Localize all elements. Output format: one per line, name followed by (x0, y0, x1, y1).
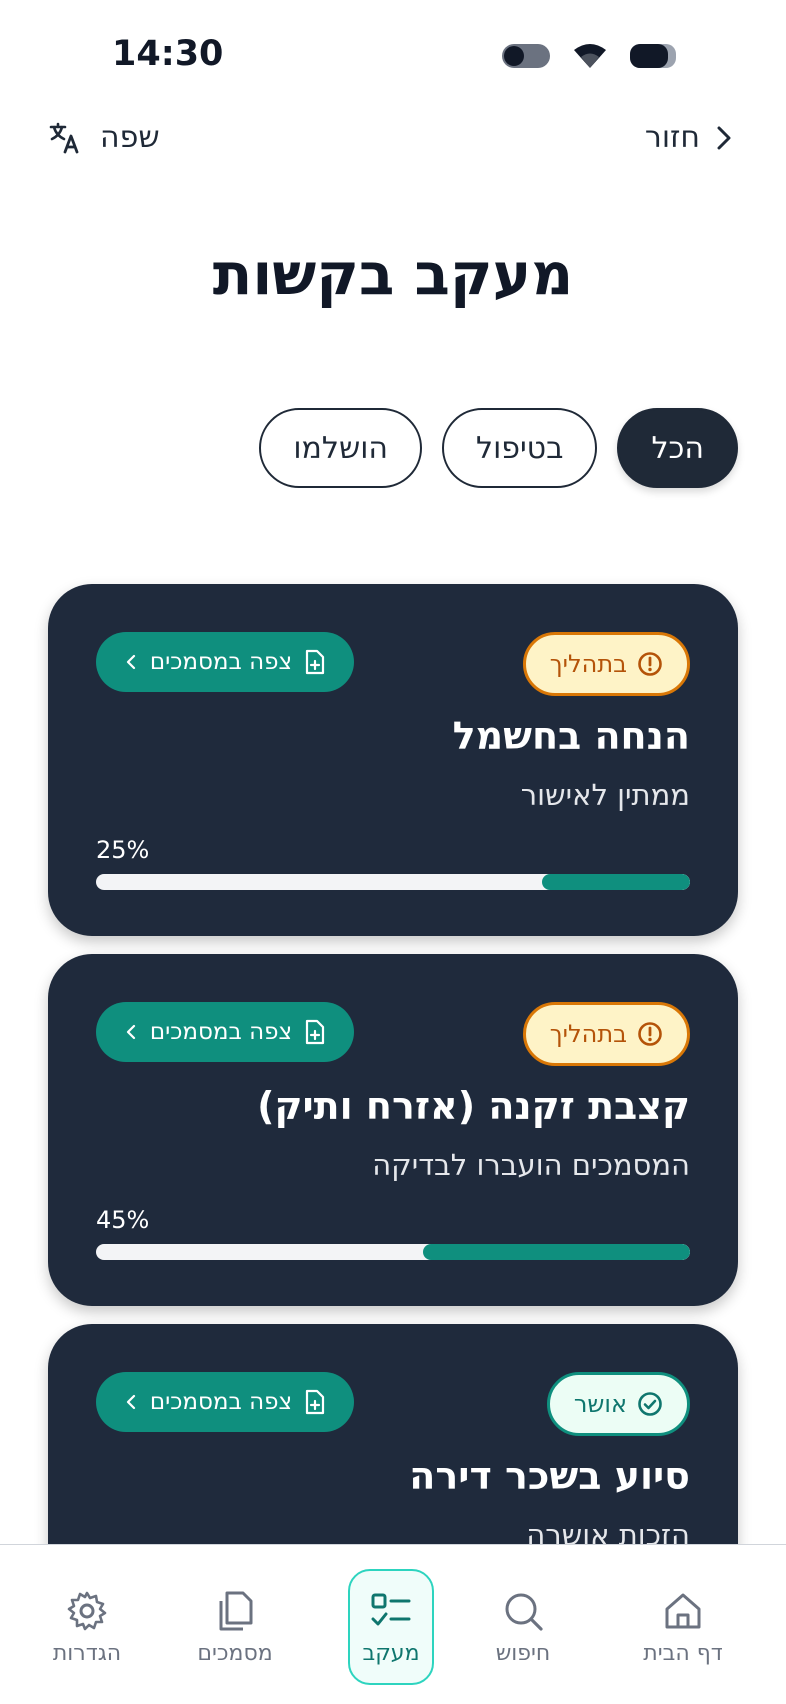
document-add-icon (306, 649, 325, 675)
progress-fill (422, 1244, 690, 1260)
progress-percent: 45% (96, 1206, 150, 1234)
status-label: בתהליך (549, 1020, 627, 1048)
check-circle-icon (638, 1392, 662, 1416)
top-navigation: חזור שפה (0, 120, 786, 180)
tracking-icon (371, 1593, 411, 1625)
view-documents-label: צפה במסמכים (149, 1019, 293, 1045)
tab-tracking[interactable]: מעקב (348, 1569, 434, 1685)
translate-icon (49, 122, 79, 153)
filter-completed[interactable]: הושלמו (259, 408, 423, 488)
tab-settings[interactable]: הגדרות (32, 1569, 142, 1685)
chevron-left-icon (126, 1024, 135, 1040)
status-badge: בתהליך (522, 632, 690, 696)
status-icons (502, 42, 676, 70)
language-button[interactable]: שפה (48, 120, 160, 155)
back-button[interactable]: חזור (645, 120, 734, 155)
view-documents-button[interactable]: צפה במסמכים (96, 1002, 354, 1062)
document-add-icon (306, 1389, 325, 1415)
chevron-right-icon (717, 126, 731, 149)
tab-label: מסמכים (197, 1640, 273, 1666)
request-card[interactable]: בתהליך צפה במסמכים קצבת זקנה (אזרח ותיק)… (48, 954, 738, 1306)
tab-label: חיפוש (495, 1640, 551, 1666)
tab-documents[interactable]: מסמכים (180, 1569, 290, 1685)
request-title: סיוע בשכר דירה (409, 1454, 690, 1498)
alert-icon (638, 1022, 662, 1046)
request-title: קצבת זקנה (אזרח ותיק) (257, 1084, 690, 1128)
view-documents-button[interactable]: צפה במסמכים (96, 1372, 354, 1432)
status-badge: אושר (546, 1372, 690, 1436)
filter-all[interactable]: הכל (617, 408, 738, 488)
request-title: הנחה בחשמל (452, 714, 690, 758)
tab-home[interactable]: דף הבית (628, 1569, 738, 1685)
filter-in-progress[interactable]: בטיפול (442, 408, 598, 488)
home-icon (665, 1593, 701, 1628)
request-subtitle: ממתין לאישור (520, 778, 690, 812)
chevron-left-icon (126, 654, 135, 670)
toggle-icon (502, 44, 550, 68)
filter-bar: הכל בטיפול הושלמו (259, 408, 738, 488)
battery-icon (630, 44, 676, 68)
progress-percent: 25% (96, 836, 150, 864)
tab-label: הגדרות (52, 1640, 122, 1666)
wifi-icon (574, 44, 606, 68)
language-label: שפה (100, 120, 160, 155)
tab-search[interactable]: חיפוש (468, 1569, 578, 1685)
request-card[interactable]: בתהליך צפה במסמכים הנחה בחשמל ממתין לאיש… (48, 584, 738, 936)
progress-fill (541, 874, 690, 890)
view-documents-label: צפה במסמכים (149, 1389, 293, 1415)
view-documents-label: צפה במסמכים (149, 649, 293, 675)
page-title: מעקב בקשות (212, 240, 574, 308)
status-time: 14:30 (112, 34, 224, 74)
status-label: אושר (573, 1390, 627, 1418)
back-label: חזור (644, 120, 700, 155)
document-add-icon (306, 1019, 325, 1045)
tab-label: דף הבית (643, 1640, 723, 1666)
status-bar: 14:30 (0, 0, 786, 110)
search-icon (505, 1593, 543, 1631)
status-label: בתהליך (549, 650, 627, 678)
tab-label: מעקב (362, 1640, 420, 1666)
status-badge: בתהליך (522, 1002, 690, 1066)
alert-icon (638, 652, 662, 676)
bottom-tab-bar: דף הבית חיפוש מעקב מסמכים הגדרות (0, 1544, 786, 1704)
progress-bar (96, 1244, 690, 1260)
gear-icon (67, 1591, 107, 1630)
chevron-left-icon (126, 1394, 135, 1410)
view-documents-button[interactable]: צפה במסמכים (96, 632, 354, 692)
request-subtitle: המסמכים הועברו לבדיקה (372, 1148, 690, 1182)
progress-bar (96, 874, 690, 890)
documents-icon (219, 1591, 253, 1630)
